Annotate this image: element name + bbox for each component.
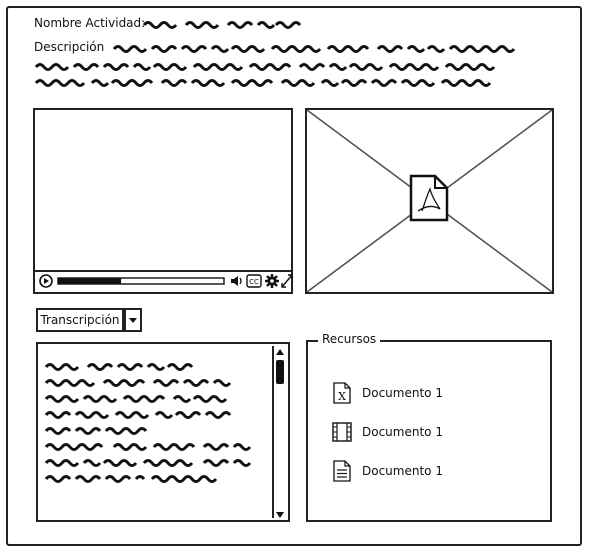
video-file-icon [332, 422, 352, 442]
description-line-3 [34, 79, 492, 87]
image-placeholder [305, 108, 554, 294]
dropdown-button[interactable] [124, 308, 142, 332]
description-line-1 [112, 45, 516, 53]
activity-name-label: Nombre Actividad: [34, 16, 146, 30]
activity-name-placeholder-text [142, 21, 302, 29]
resource-item[interactable]: Documento 1 [332, 421, 443, 443]
scroll-down-arrow-icon[interactable] [276, 512, 284, 518]
scrollbar-thumb[interactable] [276, 360, 284, 384]
settings-icon[interactable] [264, 273, 280, 289]
resource-item[interactable]: X Documento 1 [332, 382, 443, 404]
play-icon[interactable] [39, 274, 53, 288]
svg-text:CC: CC [249, 278, 259, 286]
excel-file-icon: X [333, 382, 351, 404]
resource-item-label: Documento 1 [362, 464, 443, 478]
video-player[interactable]: CC [33, 108, 293, 294]
cc-icon[interactable]: CC [246, 274, 262, 288]
transcript-dropdown-label: Transcripción [36, 308, 124, 332]
svg-text:X: X [338, 390, 346, 403]
transcript-placeholder-text [44, 363, 252, 483]
resource-item[interactable]: Documento 1 [332, 460, 443, 482]
transcript-dropdown[interactable]: Transcripción [36, 308, 144, 332]
resource-item-label: Documento 1 [362, 425, 443, 439]
scroll-up-arrow-icon[interactable] [276, 349, 284, 355]
description-line-2 [34, 63, 496, 71]
volume-icon[interactable] [230, 274, 244, 288]
transcript-textarea[interactable] [36, 342, 290, 522]
pdf-file-icon [409, 174, 449, 222]
video-progress-bar[interactable] [57, 276, 227, 286]
resource-item-label: Documento 1 [362, 386, 443, 400]
description-label: Descripción [34, 40, 105, 54]
chevron-down-icon [129, 318, 137, 323]
video-controls: CC [35, 270, 294, 292]
scrollbar[interactable] [272, 346, 286, 518]
fullscreen-icon[interactable] [280, 273, 294, 289]
text-file-icon [333, 460, 351, 482]
resources-title: Recursos [318, 332, 381, 346]
